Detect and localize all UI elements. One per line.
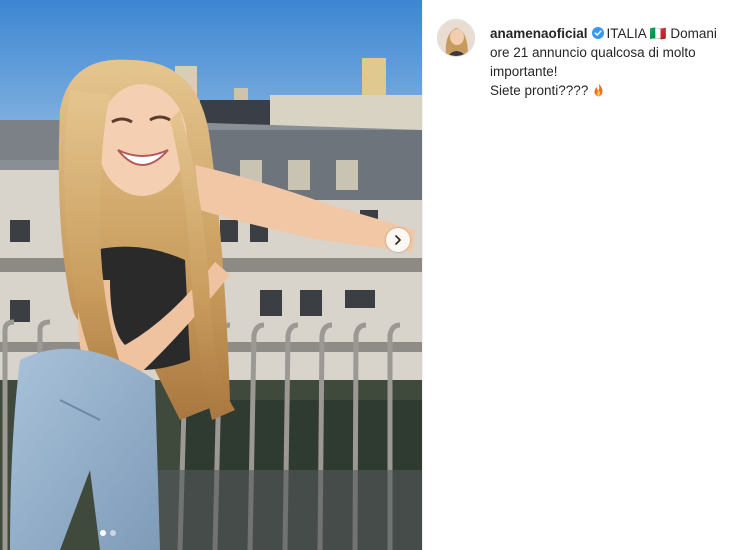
carousel-indicator [100,530,116,536]
fire-icon [594,83,603,97]
post-media[interactable] [0,0,422,550]
post-photo [0,0,422,550]
caption-panel: anamenaoficial ITALIA 🇮🇹 Domani ore 21 a… [423,0,740,550]
avatar-image [438,20,474,56]
chevron-right-icon [395,235,401,245]
username-link[interactable]: anamenaoficial [490,26,588,41]
verified-badge-icon [591,27,604,39]
carousel-next-button[interactable] [386,228,410,252]
avatar[interactable] [437,19,475,57]
carousel-dot-active [100,530,106,536]
post-caption: anamenaoficial ITALIA 🇮🇹 Domani ore 21 a… [490,24,740,100]
carousel-dot [110,530,116,536]
caption-text-line2: Siete pronti???? [490,83,589,98]
